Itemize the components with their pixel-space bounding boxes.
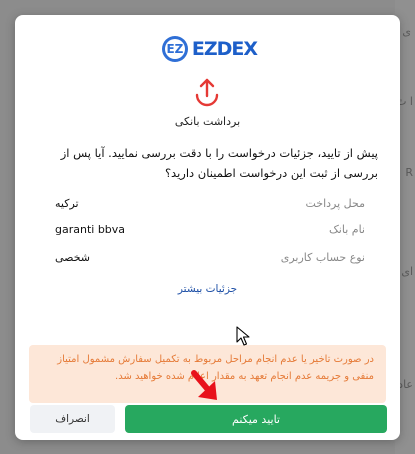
background-text: R — [405, 166, 413, 179]
background-text: ی — [402, 25, 411, 38]
detail-value: garanti bbva — [55, 223, 126, 236]
detail-label: نوع حساب کاربری — [280, 251, 365, 264]
detail-label: نام بانک — [328, 223, 365, 236]
confirm-question: پیش از تایید، جزئیات درخواست را با دقت ب… — [60, 146, 378, 180]
detail-row-account-type: نوع حساب کاربری شخصی — [55, 251, 365, 271]
cancel-button[interactable]: انصراف — [30, 405, 115, 433]
detail-row-bank-name: نام بانک garanti bbva — [55, 223, 365, 243]
confirm-button[interactable]: تایید میکنم — [125, 405, 387, 433]
mouse-cursor-icon — [236, 326, 250, 346]
detail-value: شخصی — [55, 251, 91, 264]
logo-text: EZDEX — [191, 38, 258, 60]
more-details-link[interactable]: جزئیات بیشتر — [15, 283, 400, 295]
red-pointer-arrow-icon — [191, 370, 217, 400]
background-text: ای — [401, 265, 413, 278]
background-text: عاد — [398, 378, 413, 391]
upload-arrow-icon — [195, 78, 219, 107]
ezdex-logo: EZ EZDEX — [162, 35, 258, 63]
logo-mark: EZ — [162, 36, 188, 62]
detail-value: ترکیه — [55, 197, 79, 210]
detail-label: محل پرداخت — [305, 197, 365, 210]
dialog-title: برداشت بانکی — [174, 115, 241, 128]
detail-row-payment-location: محل پرداخت ترکیه — [55, 197, 365, 217]
